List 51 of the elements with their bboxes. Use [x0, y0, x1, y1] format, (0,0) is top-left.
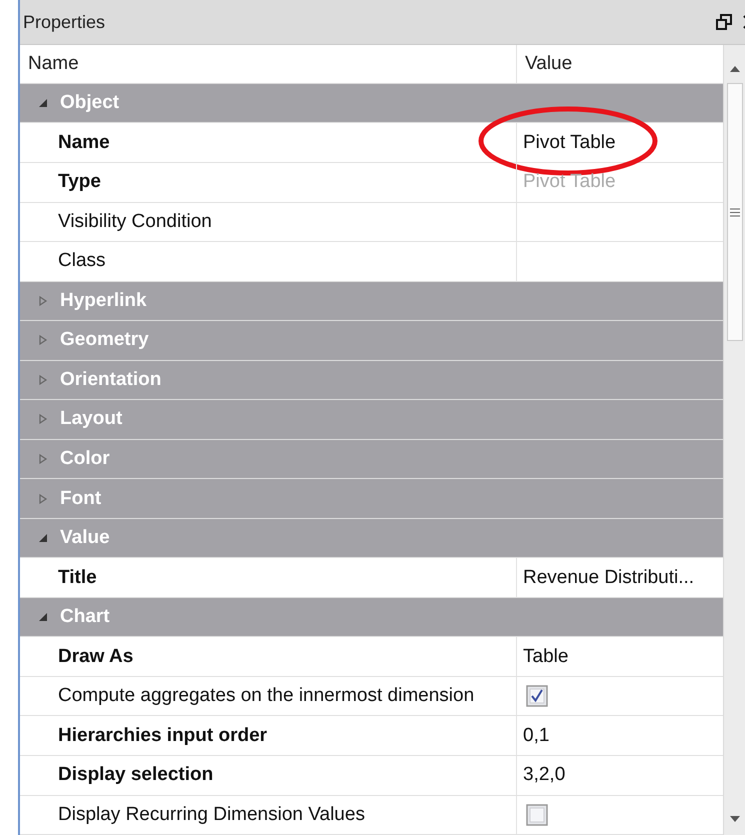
column-header[interactable]: Name: [20, 45, 517, 83]
collapsed-triangle-icon[interactable]: [38, 454, 48, 464]
category-row[interactable]: Geometry: [20, 321, 723, 361]
expanded-triangle-icon[interactable]: [38, 533, 48, 544]
collapsed-triangle-icon[interactable]: [38, 296, 48, 306]
scrollbar-thumb[interactable]: [727, 83, 743, 341]
category-label: Layout: [60, 408, 122, 430]
property-name: Name: [57, 132, 110, 154]
property-value[interactable]: 3,2,0: [517, 756, 566, 794]
checkbox[interactable]: [526, 685, 548, 708]
restore-icon[interactable]: [716, 14, 732, 30]
property-name: Visibility Condition: [57, 210, 212, 233]
expanded-triangle-icon[interactable]: [38, 612, 48, 622]
category-label: Object: [60, 92, 120, 114]
grip-icon: [730, 208, 740, 216]
property-name: Draw As: [57, 646, 134, 668]
category-label: Orientation: [60, 368, 162, 391]
property-value[interactable]: Revenue Distributi...: [517, 558, 694, 597]
property-value[interactable]: Table: [517, 637, 568, 676]
property-name: Compute aggregates on the innermost dimension: [57, 685, 474, 708]
property-name: Title: [57, 566, 97, 589]
category-row[interactable]: Color: [20, 440, 723, 480]
category-label: Value: [60, 527, 110, 550]
collapsed-triangle-icon[interactable]: [38, 335, 48, 346]
category-row[interactable]: Object: [20, 84, 723, 124]
expanded-triangle-icon[interactable]: [38, 98, 48, 108]
collapsed-triangle-icon[interactable]: [38, 414, 48, 424]
category-label: Font: [60, 488, 102, 510]
category-label: Chart: [60, 606, 110, 628]
scroll-down-icon[interactable]: [729, 815, 741, 823]
property-name: Display Recurring Dimension Values: [57, 804, 365, 826]
category-label: Hyperlink: [60, 290, 147, 312]
category-row[interactable]: Font: [20, 479, 723, 519]
property-name: Type: [57, 171, 101, 194]
collapsed-triangle-icon[interactable]: [38, 374, 48, 385]
collapsed-triangle-icon[interactable]: [38, 494, 48, 504]
column-header[interactable]: Value: [517, 45, 723, 83]
property-name: Display selection: [57, 764, 214, 786]
category-row[interactable]: Layout: [20, 400, 723, 440]
checkbox[interactable]: [526, 804, 548, 826]
category-row[interactable]: Value: [20, 518, 723, 558]
panel-title: Properties: [23, 12, 106, 32]
category-label: Geometry: [60, 329, 149, 352]
category-label: Color: [60, 448, 110, 470]
category-row[interactable]: Hyperlink: [20, 282, 723, 322]
property-value[interactable]: 0,1: [517, 716, 550, 755]
category-row[interactable]: Orientation: [20, 360, 723, 400]
category-row[interactable]: Chart: [20, 598, 723, 638]
scroll-up-icon[interactable]: [729, 65, 741, 73]
property-name: Hierarchies input order: [57, 724, 268, 747]
property-name: Class: [57, 250, 106, 272]
